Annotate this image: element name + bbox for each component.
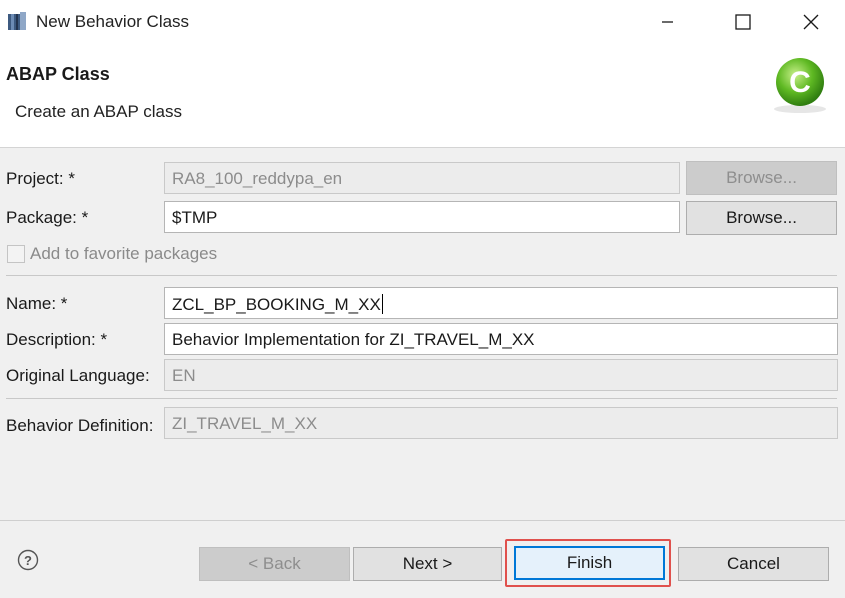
cancel-button[interactable]: Cancel (678, 547, 829, 581)
eclipse-app-icon (8, 12, 26, 30)
description-field[interactable]: Behavior Implementation for ZI_TRAVEL_M_… (164, 323, 838, 355)
text-cursor (381, 294, 383, 314)
favorite-packages-label: Add to favorite packages (30, 244, 218, 263)
package-field[interactable]: $TMP (164, 201, 680, 233)
close-icon (803, 14, 819, 30)
abap-class-logo-icon: C (774, 58, 826, 113)
behavior-definition-label: Behavior Definition: (6, 416, 154, 435)
svg-text:?: ? (24, 553, 32, 568)
back-button: < Back (199, 547, 350, 581)
separator (6, 275, 837, 276)
package-label: Package: * (6, 208, 89, 227)
project-label: Project: * (6, 169, 75, 188)
close-button[interactable] (788, 6, 834, 38)
minimize-icon (662, 21, 673, 23)
original-language-label: Original Language: (6, 366, 150, 385)
description-label: Description: * (6, 330, 108, 349)
title-bar: New Behavior Class (0, 0, 845, 44)
help-icon[interactable]: ? (17, 549, 39, 571)
name-value: ZCL_BP_BOOKING_M_XX (172, 295, 381, 314)
behavior-definition-field: ZI_TRAVEL_M_XX (164, 407, 838, 439)
original-language-field: EN (164, 359, 838, 391)
project-browse-button: Browse... (686, 161, 837, 195)
wizard-header: ABAP Class Create an ABAP class C (0, 44, 845, 148)
footer-separator (0, 520, 845, 521)
separator (6, 398, 837, 399)
next-button[interactable]: Next > (353, 547, 502, 581)
logo-letter: C (789, 66, 811, 99)
page-title: ABAP Class (6, 64, 110, 84)
name-label: Name: * (6, 294, 68, 313)
project-field: RA8_100_reddypa_en (164, 162, 680, 194)
package-browse-button[interactable]: Browse... (686, 201, 837, 235)
favorite-packages-checkbox (7, 245, 25, 263)
maximize-button[interactable] (720, 6, 766, 38)
maximize-icon (735, 14, 751, 30)
window-title: New Behavior Class (36, 12, 190, 31)
page-description: Create an ABAP class (15, 102, 182, 121)
minimize-button[interactable] (644, 6, 690, 38)
name-field[interactable]: ZCL_BP_BOOKING_M_XX (164, 287, 838, 319)
finish-button[interactable]: Finish (514, 546, 665, 580)
